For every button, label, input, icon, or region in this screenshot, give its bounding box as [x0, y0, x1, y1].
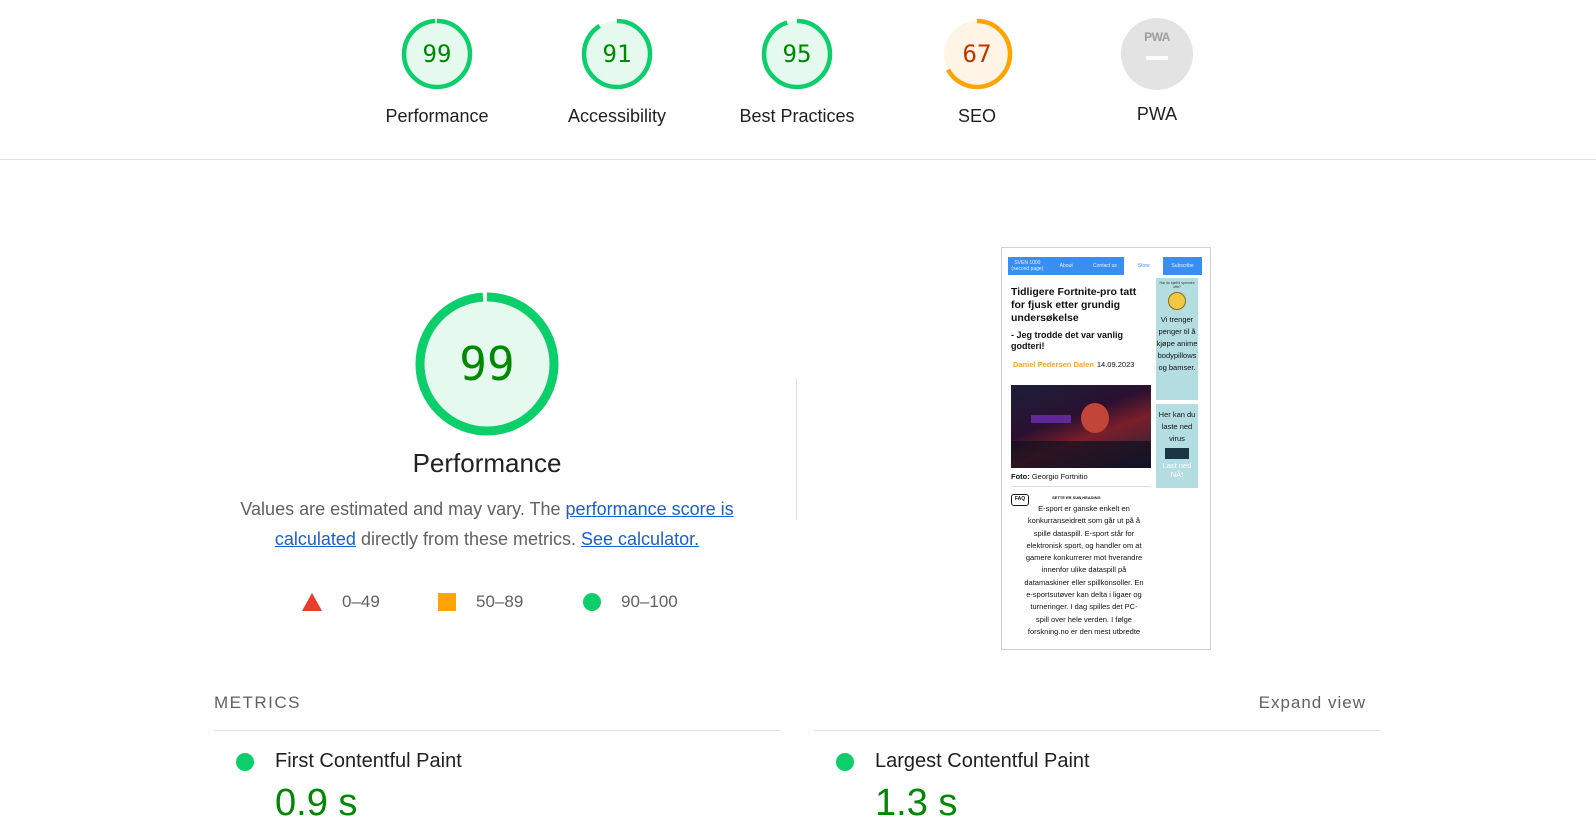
- score-value: 99: [423, 40, 452, 68]
- desc-prefix: Values are estimated and may vary. The: [240, 499, 566, 519]
- thumb-nav-item: Contact us: [1093, 263, 1117, 269]
- desc-middle: directly from these metrics.: [355, 529, 582, 549]
- vertical-divider: [796, 378, 797, 520]
- dash-icon: [1146, 56, 1168, 60]
- thumb-caption-label: Foto:: [1011, 472, 1030, 481]
- legend-range: 0–49: [342, 592, 380, 611]
- gauge-accessibility[interactable]: 91 Accessibility: [532, 16, 702, 127]
- score-value: 67: [963, 40, 992, 68]
- performance-title: Performance: [412, 448, 562, 478]
- thumb-ad-image: [1165, 448, 1189, 459]
- thumb-caption-name: Georgio Fortnitio: [1029, 472, 1088, 481]
- thumb-photo-caption: Foto: Georgio Fortnitio: [1011, 472, 1088, 481]
- legend-pass: 90–100: [583, 592, 678, 612]
- metric-value: 0.9 s: [275, 782, 358, 824]
- thumb-nav-item: Subscribe: [1163, 263, 1202, 269]
- thumb-ad-link: Last ned NÅ!: [1162, 461, 1192, 479]
- performance-gauge-large: 99: [411, 288, 563, 445]
- category-scores-bar: 99 Performance 91 Accessibility 95 Best …: [0, 0, 1596, 160]
- thumb-author: Daniel Pedersen Dalen: [1013, 360, 1094, 369]
- metric-name: First Contentful Paint: [275, 750, 462, 772]
- gauge-performance[interactable]: 99 Performance: [352, 16, 522, 127]
- thumb-nav-item: SVEN 1000 (second page): [1011, 260, 1044, 272]
- performance-description: Values are estimated and may vary. The p…: [225, 494, 749, 554]
- thumb-subheadline: - Jeg trodde det var vanlig godteri!: [1011, 330, 1124, 351]
- metrics-divider-left: [214, 730, 780, 731]
- score-value: 95: [783, 40, 812, 68]
- see-calculator-link[interactable]: See calculator.: [581, 529, 699, 549]
- gauge-seo[interactable]: 67 SEO: [892, 16, 1062, 127]
- pwa-badge-icon: PWA: [1121, 18, 1193, 90]
- thumb-ad-text: Vi trenger penger til å kjøpe anime body…: [1156, 315, 1198, 372]
- thumb-byline: Daniel Pedersen Dalen 14.09.2023: [1013, 360, 1134, 369]
- legend-range: 50–89: [476, 592, 524, 611]
- metrics-heading: METRICS: [214, 693, 301, 712]
- category-label: PWA: [1136, 104, 1178, 124]
- category-label: Performance: [385, 106, 489, 126]
- category-label: SEO: [957, 106, 996, 126]
- gauge-ring: 67: [941, 18, 1013, 90]
- final-screenshot-thumbnail[interactable]: SVEN 1000 (second page) About Contact us…: [1001, 247, 1211, 650]
- performance-score: 99: [459, 337, 514, 391]
- legend-range: 90–100: [621, 592, 678, 611]
- thumb-ad-top-text: Har du kjøft ti spennes ofte?: [1159, 281, 1195, 289]
- pass-circle-icon: [236, 753, 254, 771]
- metric-name: Largest Contentful Paint: [875, 750, 1090, 772]
- pass-circle-icon: [836, 753, 854, 771]
- score-value: 91: [603, 40, 632, 68]
- thumb-date: 14.09.2023: [1096, 360, 1135, 369]
- category-label: Best Practices: [739, 106, 855, 126]
- thumb-ad-donate: Har du kjøft ti spennes ofte? Vi trenger…: [1156, 278, 1198, 400]
- square-icon: [438, 593, 456, 611]
- thumb-nav-item: Store: [1124, 257, 1164, 275]
- gauge-ring: 99: [415, 292, 559, 436]
- pwa-badge-text: PWA: [1144, 30, 1170, 44]
- expand-view-toggle[interactable]: Expand view: [1259, 693, 1366, 713]
- thumb-divider: [1011, 486, 1151, 487]
- coin-icon: [1168, 292, 1186, 310]
- gauge-ring: 95: [761, 18, 833, 90]
- category-label: Accessibility: [567, 106, 667, 126]
- thumb-article-photo: [1011, 385, 1151, 468]
- thumb-ad-download: Her kan du laste ned virus Last ned NÅ!: [1156, 404, 1198, 488]
- legend-average: 50–89: [438, 592, 523, 612]
- metric-value: 1.3 s: [875, 782, 958, 824]
- gauge-pwa[interactable]: PWA PWA: [1072, 16, 1242, 125]
- thumb-navbar: SVEN 1000 (second page) About Contact us…: [1008, 257, 1202, 275]
- thumb-ad-text: Her kan du laste ned virus: [1158, 410, 1196, 443]
- metrics-divider-right: [814, 730, 1380, 731]
- thumb-faq-heading: SETTE ER SUB HEADING: [1052, 495, 1101, 500]
- thumb-body-text: E-sport er ganske enkelt en konkurransei…: [1024, 504, 1144, 636]
- gauge-ring: 91: [581, 18, 653, 90]
- legend-fail: 0–49: [302, 592, 380, 612]
- gauge-ring: 99: [401, 18, 473, 90]
- triangle-icon: [302, 593, 322, 611]
- thumb-headline: Tidligere Fortnite-pro tatt for fjusk et…: [1011, 286, 1137, 324]
- gauge-best-practices[interactable]: 95 Best Practices: [712, 16, 882, 127]
- circle-icon: [583, 593, 601, 611]
- thumb-nav-item: About: [1059, 263, 1073, 269]
